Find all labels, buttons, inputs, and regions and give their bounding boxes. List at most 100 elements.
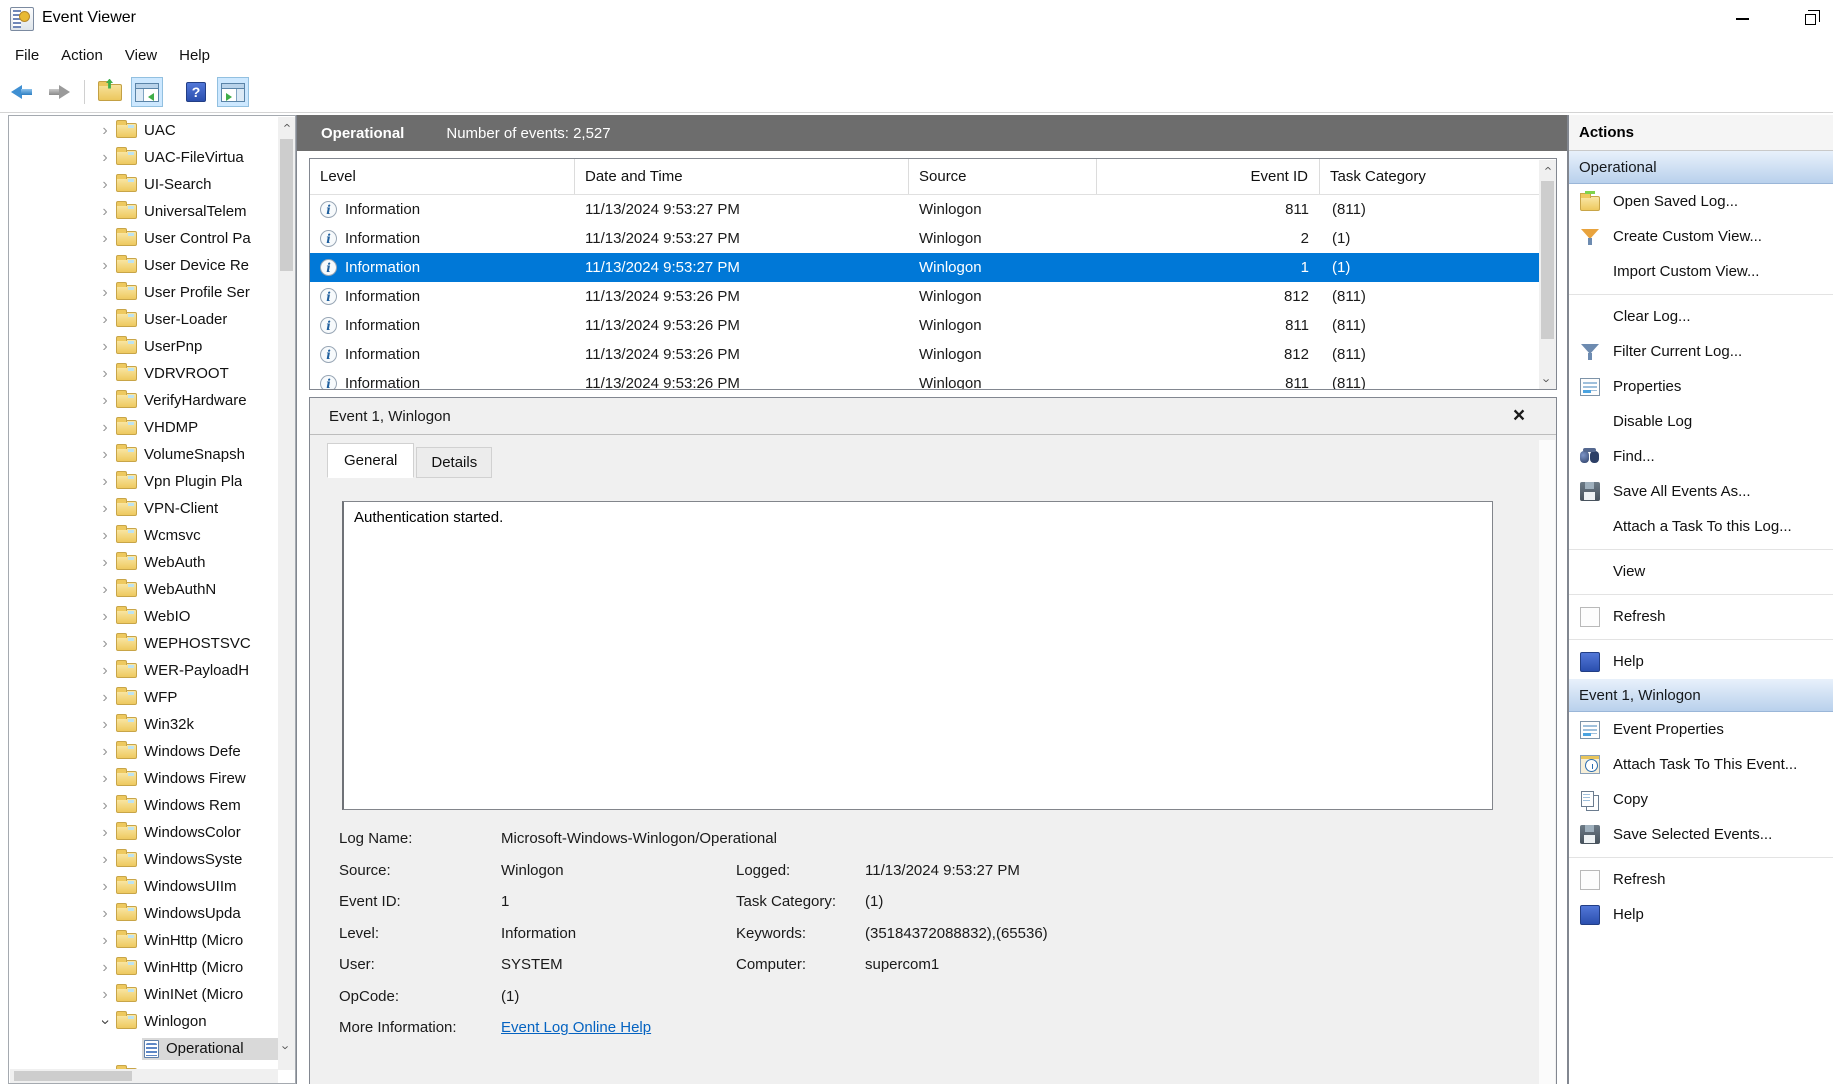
tree-item[interactable]: › UAC (9, 117, 278, 144)
action-item[interactable]: View (1569, 554, 1833, 589)
chevron-right-icon[interactable]: › (96, 311, 114, 329)
chevron-right-icon[interactable]: › (96, 797, 114, 815)
tree-item[interactable]: › Wcmsvc (9, 522, 278, 549)
action-item[interactable]: Refresh (1569, 862, 1833, 897)
tree-item[interactable]: › WER-PayloadH (9, 657, 278, 684)
actions-group-event[interactable]: Event 1, Winlogon (1569, 679, 1833, 712)
table-row[interactable]: i Information 11/13/2024 9:53:26 PM Winl… (310, 369, 1539, 390)
chevron-right-icon[interactable]: › (96, 986, 114, 1004)
tree-item[interactable]: › WebAuthN (9, 576, 278, 603)
chevron-right-icon[interactable]: › (96, 1013, 114, 1031)
open-saved-log-button[interactable] (94, 77, 126, 107)
show-console-tree-button[interactable] (131, 77, 163, 107)
chevron-right-icon[interactable]: › (96, 149, 114, 167)
tree-item[interactable]: › VHDMP (9, 414, 278, 441)
tree-item[interactable]: › WinNat (9, 1062, 278, 1069)
minimize-button[interactable] (1719, 0, 1765, 38)
tree-scrollbar-thumb[interactable] (280, 139, 293, 271)
tree-hscrollbar-thumb[interactable] (14, 1071, 132, 1081)
chevron-right-icon[interactable]: › (96, 662, 114, 680)
action-item[interactable]: Help (1569, 644, 1833, 679)
action-item[interactable]: Disable Log (1569, 404, 1833, 439)
action-item[interactable]: Event Properties (1569, 712, 1833, 747)
menu-action[interactable]: Action (50, 43, 114, 68)
scroll-up-icon[interactable]: › (1539, 160, 1556, 177)
action-item[interactable]: Create Custom View... (1569, 219, 1833, 254)
events-vertical-scrollbar[interactable]: › › (1539, 160, 1556, 389)
chevron-right-icon[interactable]: › (96, 230, 114, 248)
chevron-right-icon[interactable]: › (96, 338, 114, 356)
scroll-up-icon[interactable]: › (278, 117, 295, 134)
tree-item[interactable]: › WinINet (Micro (9, 981, 278, 1008)
tree-vertical-scrollbar[interactable]: › › (278, 117, 295, 1070)
action-item[interactable]: Attach Task To This Event... (1569, 747, 1833, 782)
tree-item[interactable]: › UI-Search (9, 171, 278, 198)
tree-item[interactable]: › User Device Re (9, 252, 278, 279)
tree-item[interactable]: › UserPnp (9, 333, 278, 360)
tree-item[interactable]: › User Profile Ser (9, 279, 278, 306)
column-header-date[interactable]: Date and Time (575, 159, 909, 194)
chevron-right-icon[interactable]: › (96, 284, 114, 302)
tree-item[interactable]: › WEPHOSTSVC (9, 630, 278, 657)
tree-item[interactable]: › WinHttp (Micro (9, 954, 278, 981)
chevron-right-icon[interactable]: › (96, 932, 114, 950)
tree-item[interactable]: › WinHttp (Micro (9, 927, 278, 954)
column-header-task-category[interactable]: Task Category (1320, 159, 1556, 194)
scroll-down-icon[interactable]: › (1539, 372, 1556, 389)
tab-general[interactable]: General (327, 443, 414, 478)
tree-item[interactable]: › Win32k (9, 711, 278, 738)
chevron-right-icon[interactable]: › (96, 851, 114, 869)
chevron-right-icon[interactable]: › (96, 635, 114, 653)
tree-item[interactable]: › WebIO (9, 603, 278, 630)
tree-item[interactable]: › User-Loader (9, 306, 278, 333)
action-item[interactable]: Save Selected Events... (1569, 817, 1833, 852)
help-button[interactable]: ? (180, 77, 212, 107)
tree-item[interactable]: › WindowsUpda (9, 900, 278, 927)
tree-horizontal-scrollbar[interactable] (10, 1069, 278, 1083)
detail-scrollbar-track[interactable] (1539, 440, 1555, 1084)
table-row[interactable]: i Information 11/13/2024 9:53:26 PM Winl… (310, 311, 1539, 340)
back-button[interactable] (6, 77, 38, 107)
tree-item[interactable]: › WebAuth (9, 549, 278, 576)
tree-item[interactable]: › UAC-FileVirtua (9, 144, 278, 171)
tree-item[interactable]: › WindowsColor (9, 819, 278, 846)
action-item[interactable]: Filter Current Log... (1569, 334, 1833, 369)
close-icon[interactable]: × (1506, 403, 1532, 429)
action-item[interactable]: Properties (1569, 369, 1833, 404)
chevron-right-icon[interactable]: › (96, 122, 114, 140)
chevron-right-icon[interactable]: › (96, 716, 114, 734)
chevron-right-icon[interactable]: › (96, 959, 114, 977)
tree-item[interactable]: › WindowsSyste (9, 846, 278, 873)
tree-item[interactable]: › VDRVROOT (9, 360, 278, 387)
chevron-right-icon[interactable]: › (96, 824, 114, 842)
chevron-right-icon[interactable]: › (96, 527, 114, 545)
tree-item[interactable]: › Vpn Plugin Pla (9, 468, 278, 495)
chevron-right-icon[interactable]: › (96, 743, 114, 761)
tree-item[interactable]: › User Control Pa (9, 225, 278, 252)
tree-item[interactable]: › Windows Defe (9, 738, 278, 765)
tree-item[interactable]: › Windows Firew (9, 765, 278, 792)
action-item[interactable]: Open Saved Log... (1569, 184, 1833, 219)
chevron-right-icon[interactable]: › (96, 473, 114, 491)
event-description[interactable]: Authentication started. (342, 501, 1493, 810)
actions-group-operational[interactable]: Operational (1569, 151, 1833, 184)
show-action-pane-button[interactable] (217, 77, 249, 107)
menu-help[interactable]: Help (168, 43, 221, 68)
table-row[interactable]: i Information 11/13/2024 9:53:27 PM Winl… (310, 195, 1539, 224)
forward-button[interactable] (43, 77, 75, 107)
action-item[interactable]: Clear Log... (1569, 299, 1833, 334)
chevron-right-icon[interactable]: › (96, 770, 114, 788)
chevron-right-icon[interactable]: › (96, 203, 114, 221)
action-item[interactable]: Import Custom View... (1569, 254, 1833, 289)
tree-item[interactable]: › Operational (9, 1035, 278, 1062)
events-scrollbar-thumb[interactable] (1541, 181, 1554, 339)
column-header-source[interactable]: Source (909, 159, 1097, 194)
restore-button[interactable] (1787, 0, 1833, 38)
chevron-right-icon[interactable]: › (96, 500, 114, 518)
chevron-right-icon[interactable]: › (96, 554, 114, 572)
table-row[interactable]: i Information 11/13/2024 9:53:27 PM Winl… (310, 253, 1539, 282)
chevron-right-icon[interactable]: › (96, 905, 114, 923)
chevron-right-icon[interactable]: › (96, 608, 114, 626)
tree-item[interactable]: › UniversalTelem (9, 198, 278, 225)
tree-item[interactable]: › VerifyHardware (9, 387, 278, 414)
